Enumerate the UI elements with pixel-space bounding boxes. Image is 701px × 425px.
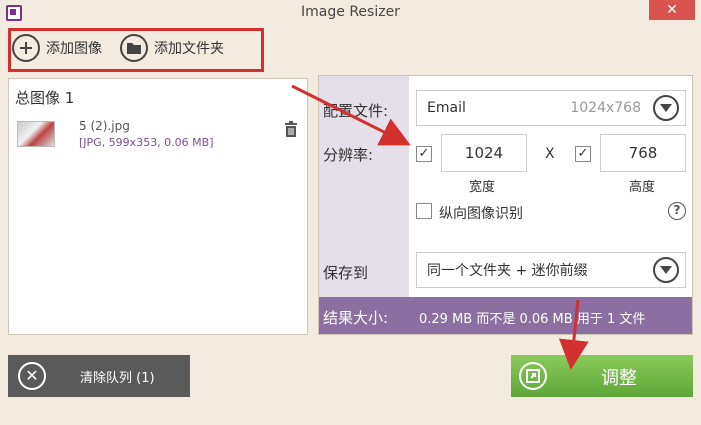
result-value: 0.29 MB 而不是 0.06 MB 用于 1 文件 (419, 312, 646, 327)
plus-icon (12, 34, 40, 62)
window-title: Image Resizer (301, 4, 400, 20)
list-item[interactable]: 5 (2).jpg [JPG, 599x353, 0.06 MB] (17, 119, 301, 155)
help-icon[interactable]: ? (668, 202, 686, 220)
portrait-label: 纵向图像识别 (439, 206, 523, 222)
profile-label: 配置文件: (323, 102, 389, 120)
chevron-down-icon[interactable] (653, 257, 679, 283)
title-bar: Image Resizer ✕ (0, 0, 701, 26)
profile-select[interactable]: Email 1024x768 (416, 90, 686, 126)
chevron-down-icon[interactable] (653, 95, 679, 121)
save-to-label: 保存到 (323, 264, 369, 282)
add-image-label: 添加图像 (46, 41, 102, 57)
toolbar: 添加图像 添加文件夹 (0, 27, 701, 71)
item-filename: 5 (2).jpg (79, 119, 130, 133)
resize-icon (519, 362, 547, 390)
height-checkbox[interactable]: ✓ (575, 146, 591, 162)
width-input[interactable]: 1024 (441, 134, 527, 172)
portrait-checkbox[interactable] (416, 203, 432, 219)
item-meta: [JPG, 599x353, 0.06 MB] (79, 136, 214, 149)
dimension-separator: X (545, 146, 555, 162)
close-button[interactable]: ✕ (649, 0, 695, 20)
folder-icon (120, 34, 148, 62)
queue-title: 总图像 1 (15, 89, 75, 107)
save-to-value: 同一个文件夹 + 迷你前缀 (427, 263, 588, 279)
add-folder-button[interactable]: 添加文件夹 (120, 33, 224, 63)
add-image-button[interactable]: 添加图像 (12, 33, 102, 63)
height-input[interactable]: 768 (600, 134, 686, 172)
trash-icon[interactable] (285, 121, 297, 141)
clear-queue-label: 清除队列 (1) (80, 370, 155, 386)
width-checkbox[interactable]: ✓ (416, 146, 432, 162)
save-to-select[interactable]: 同一个文件夹 + 迷你前缀 (416, 252, 686, 288)
resize-button[interactable]: 调整 (511, 355, 693, 397)
add-folder-label: 添加文件夹 (154, 41, 224, 57)
image-thumbnail (17, 121, 55, 147)
settings-panel: 配置文件: Email 1024x768 分辨率: ✓ 1024 X ✓ 768… (318, 75, 693, 335)
close-icon: ✕ (18, 362, 46, 390)
profile-value: Email (427, 100, 466, 116)
image-queue-panel: 总图像 1 5 (2).jpg [JPG, 599x353, 0.06 MB] (8, 78, 308, 335)
profile-hint: 1024x768 (570, 100, 641, 116)
height-caption: 高度 (629, 180, 656, 195)
width-caption: 宽度 (469, 180, 496, 195)
resolution-label: 分辨率: (323, 146, 374, 164)
result-size-bar: 结果大小: 0.29 MB 而不是 0.06 MB 用于 1 文件 (319, 297, 692, 334)
resize-label: 调整 (601, 368, 637, 389)
clear-queue-button[interactable]: ✕ 清除队列 (1) (8, 355, 190, 397)
result-label: 结果大小: (323, 309, 389, 327)
